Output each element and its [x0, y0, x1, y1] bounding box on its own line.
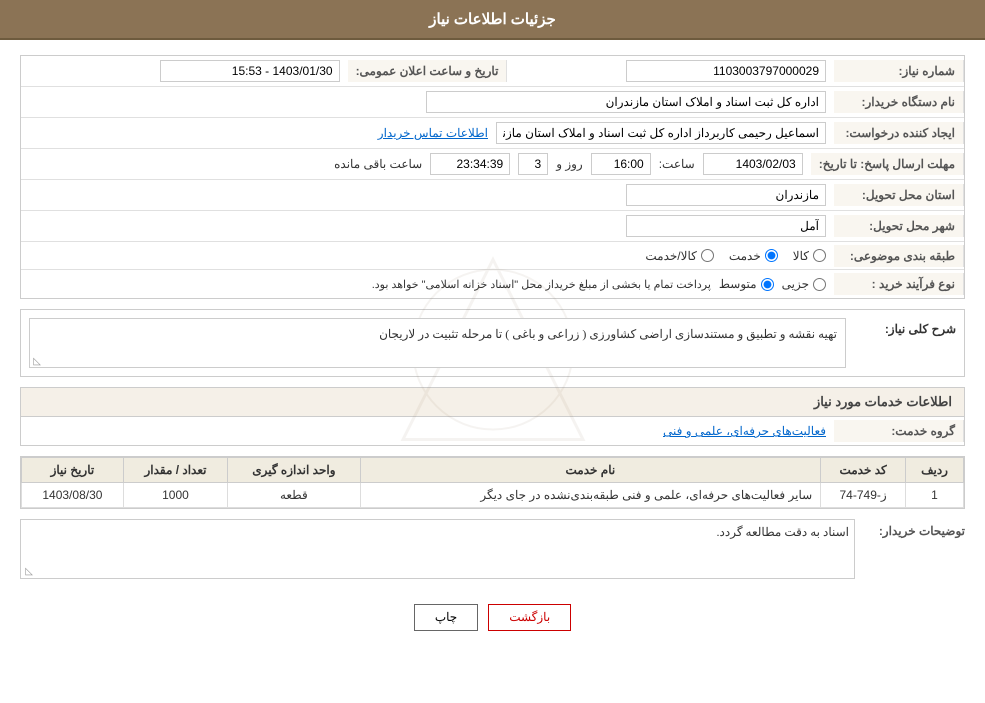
- date-value: [21, 56, 348, 86]
- radio-medium[interactable]: [761, 278, 774, 291]
- radio-item-medium: متوسط: [719, 277, 774, 291]
- radio-service-label: خدمت: [729, 249, 761, 263]
- radio-service[interactable]: [765, 249, 778, 262]
- purchase-type-label: نوع فرآیند خرید :: [834, 273, 964, 295]
- deadline-time-input[interactable]: [591, 153, 651, 175]
- resize-handle[interactable]: ◺: [31, 356, 41, 366]
- category-value: کالا خدمت کالا/خدمت: [21, 245, 834, 267]
- row-purchase-type: نوع فرآیند خرید : جزیی متوسط پرداخت تمام…: [21, 270, 964, 298]
- back-button[interactable]: بازگشت: [488, 604, 571, 631]
- row-buyer-name: نام دستگاه خریدار:: [21, 87, 964, 118]
- cell-service-code: ز-749-74: [821, 483, 906, 508]
- service-section-title: اطلاعات خدمات مورد نیاز: [20, 387, 965, 416]
- notes-resize-handle[interactable]: ◺: [23, 566, 33, 576]
- service-group-section: گروه خدمت: فعالیت‌های حرفه‌ای، علمی و فن…: [20, 416, 965, 446]
- creator-value: اطلاعات تماس خریدار: [21, 118, 834, 148]
- province-input[interactable]: [626, 184, 826, 206]
- province-value: [21, 180, 834, 210]
- table-row: 1 ز-749-74 سایر فعالیت‌های حرفه‌ای، علمی…: [22, 483, 964, 508]
- button-row: بازگشت چاپ: [20, 589, 965, 646]
- purchase-type-note: پرداخت تمام یا بخشی از مبلغ خریداز محل "…: [372, 278, 711, 291]
- need-number-value: [507, 56, 834, 86]
- deadline-label: مهلت ارسال پاسخ: تا تاریخ:: [811, 153, 964, 175]
- table-header-row: ردیف کد خدمت نام خدمت واحد اندازه گیری ت…: [22, 458, 964, 483]
- province-label: استان محل تحویل:: [834, 184, 964, 206]
- radio-item-goods: کالا: [793, 249, 826, 263]
- col-quantity: تعداد / مقدار: [123, 458, 227, 483]
- radio-goods-label: کالا: [793, 249, 809, 263]
- service-group-link[interactable]: فعالیت‌های حرفه‌ای، علمی و فنی: [663, 424, 826, 438]
- page-header: جزئیات اطلاعات نیاز: [0, 0, 985, 40]
- buyer-name-input[interactable]: [426, 91, 826, 113]
- buyer-notes-label: توضیحات خریدار:: [865, 519, 965, 538]
- col-unit: واحد اندازه گیری: [228, 458, 360, 483]
- col-row-num: ردیف: [906, 458, 964, 483]
- row-category: طبقه بندی موضوعی: کالا خدمت: [21, 242, 964, 270]
- cell-service-name: سایر فعالیت‌های حرفه‌ای، علمی و فنی طبقه…: [360, 483, 821, 508]
- service-table: ردیف کد خدمت نام خدمت واحد اندازه گیری ت…: [21, 457, 964, 508]
- service-group-value: فعالیت‌های حرفه‌ای، علمی و فنی: [21, 420, 834, 442]
- service-table-section: ردیف کد خدمت نام خدمت واحد اندازه گیری ت…: [20, 456, 965, 509]
- col-date: تاریخ نیاز: [22, 458, 124, 483]
- remaining-days-input[interactable]: [518, 153, 548, 175]
- buyer-notes-text: اسناد به دقت مطالعه گردد.: [717, 525, 849, 539]
- buyer-name-value: [21, 87, 834, 117]
- city-label: شهر محل تحویل:: [834, 215, 964, 237]
- cell-unit: قطعه: [228, 483, 360, 508]
- row-service-group: گروه خدمت: فعالیت‌های حرفه‌ای، علمی و فن…: [21, 417, 964, 445]
- page-title: جزئیات اطلاعات نیاز: [429, 11, 556, 28]
- description-section: شرح کلی نیاز: تهیه نقشه و تطبیق و مستندس…: [20, 309, 965, 377]
- radio-both[interactable]: [701, 249, 714, 262]
- remaining-time-input[interactable]: [430, 153, 510, 175]
- deadline-date-input[interactable]: [703, 153, 803, 175]
- cell-date: 1403/08/30: [22, 483, 124, 508]
- cell-row-num: 1: [906, 483, 964, 508]
- radio-item-both: کالا/خدمت: [645, 249, 713, 263]
- deadline-value: ساعت: روز و ساعت باقی مانده: [21, 149, 811, 179]
- print-button[interactable]: چاپ: [414, 604, 478, 631]
- radio-item-partial: جزیی: [782, 277, 826, 291]
- row-deadline: مهلت ارسال پاسخ: تا تاریخ: ساعت: روز و س…: [21, 149, 964, 180]
- contact-link[interactable]: اطلاعات تماس خریدار: [378, 126, 488, 140]
- radio-item-service: خدمت: [729, 249, 778, 263]
- days-label: روز و: [556, 157, 583, 171]
- col-service-name: نام خدمت: [360, 458, 821, 483]
- creator-label: ایجاد کننده درخواست:: [834, 122, 964, 144]
- row-creator: ایجاد کننده درخواست: اطلاعات تماس خریدار: [21, 118, 964, 149]
- row-need-number: شماره نیاز: تاریخ و ساعت اعلان عمومی:: [21, 56, 964, 87]
- main-info-section: شماره نیاز: تاریخ و ساعت اعلان عمومی: نا…: [20, 55, 965, 299]
- city-value: [21, 211, 834, 241]
- buyer-notes-section: توضیحات خریدار: اسناد به دقت مطالعه گردد…: [20, 519, 965, 579]
- buyer-name-label: نام دستگاه خریدار:: [834, 91, 964, 113]
- radio-partial[interactable]: [813, 278, 826, 291]
- row-city: شهر محل تحویل:: [21, 211, 964, 242]
- need-number-label: شماره نیاز:: [834, 60, 964, 82]
- time-label: ساعت:: [659, 157, 695, 171]
- description-container: تهیه نقشه و تطبیق و مستندسازی اراضی کشاو…: [29, 318, 846, 368]
- need-number-input[interactable]: [626, 60, 826, 82]
- radio-partial-label: جزیی: [782, 277, 809, 291]
- date-label: تاریخ و ساعت اعلان عمومی:: [348, 60, 508, 82]
- row-province: استان محل تحویل:: [21, 180, 964, 211]
- creator-input[interactable]: [496, 122, 826, 144]
- radio-goods[interactable]: [813, 249, 826, 262]
- description-text: تهیه نقشه و تطبیق و مستندسازی اراضی کشاو…: [29, 318, 846, 368]
- col-service-code: کد خدمت: [821, 458, 906, 483]
- city-input[interactable]: [626, 215, 826, 237]
- purchase-type-value: جزیی متوسط پرداخت تمام یا بخشی از مبلغ خ…: [21, 273, 834, 295]
- buyer-notes-box: اسناد به دقت مطالعه گردد. ◺: [20, 519, 855, 579]
- radio-medium-label: متوسط: [719, 277, 757, 291]
- remaining-time-label: ساعت باقی مانده: [334, 157, 422, 171]
- service-group-label: گروه خدمت:: [834, 420, 964, 442]
- radio-both-label: کالا/خدمت: [645, 249, 696, 263]
- category-label: طبقه بندی موضوعی:: [834, 245, 964, 267]
- description-label: شرح کلی نیاز:: [856, 318, 956, 336]
- date-input[interactable]: [160, 60, 340, 82]
- cell-quantity: 1000: [123, 483, 227, 508]
